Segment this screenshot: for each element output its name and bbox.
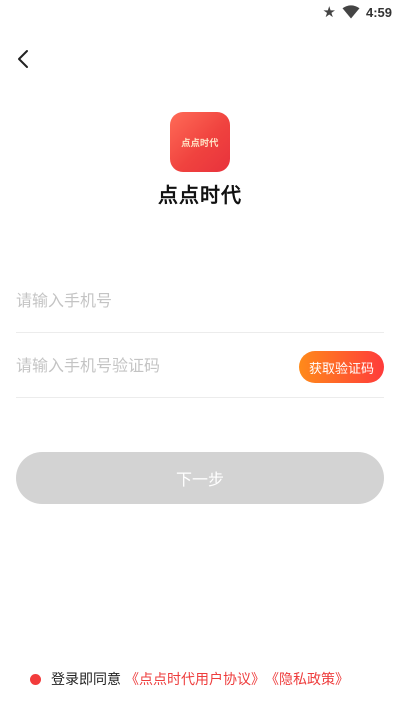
phone-field-row xyxy=(16,269,384,333)
privacy-policy-link[interactable]: 《隐私政策》 xyxy=(265,669,349,689)
code-field-row: 获取验证码 xyxy=(16,334,384,398)
agreement-row: 登录即同意 《点点时代用户协议》 《隐私政策》 xyxy=(30,669,349,689)
login-screen: ★ 4:59 点点时代 点点时代 获取验证码 下一步 登录即同意 《点点时代用户… xyxy=(0,0,400,711)
logo-text: 点点时代 xyxy=(181,138,219,149)
status-bar: ★ 4:59 xyxy=(0,0,400,24)
star-icon: ★ xyxy=(322,2,336,21)
app-name: 点点时代 xyxy=(158,183,242,207)
phone-input[interactable] xyxy=(16,291,384,310)
user-agreement-link[interactable]: 《点点时代用户协议》 xyxy=(125,669,265,689)
chevron-left-icon xyxy=(18,50,28,68)
agreement-prefix: 登录即同意 xyxy=(51,672,121,688)
next-step-button[interactable]: 下一步 xyxy=(16,452,384,504)
wifi-icon xyxy=(342,5,360,19)
status-time: 4:59 xyxy=(365,4,392,20)
agree-radio[interactable] xyxy=(30,673,41,685)
get-code-button[interactable]: 获取验证码 xyxy=(298,351,384,383)
app-logo: 点点时代 xyxy=(170,112,230,172)
back-button[interactable] xyxy=(10,46,36,72)
verification-code-input[interactable] xyxy=(16,356,286,375)
